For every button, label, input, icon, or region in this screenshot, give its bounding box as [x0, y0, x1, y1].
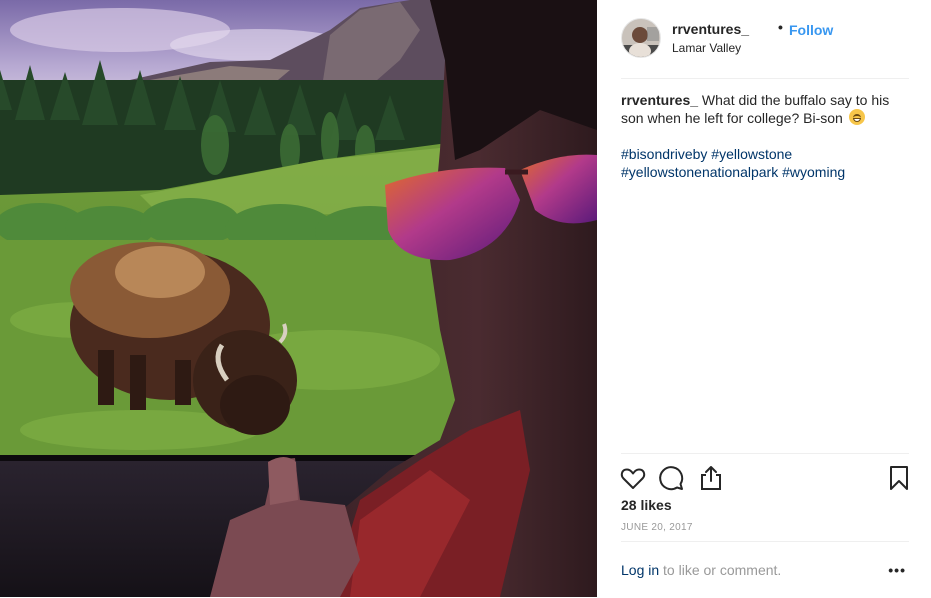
location-link[interactable]: Lamar Valley — [672, 41, 741, 55]
comment-button[interactable] — [657, 464, 685, 492]
hashtag-link[interactable]: #bisondriveby — [621, 146, 707, 162]
login-suffix: to like or comment. — [659, 562, 782, 578]
hashtag-list: #bisondriveby #yellowstone #yellowstonen… — [621, 145, 911, 181]
share-button[interactable] — [697, 464, 725, 492]
bookmark-icon — [890, 466, 908, 490]
save-button[interactable] — [885, 464, 913, 492]
login-prompt: Log in to like or comment. — [621, 562, 781, 578]
login-link[interactable]: Log in — [621, 562, 659, 578]
hashtag-link[interactable]: #yellowstone — [711, 146, 792, 162]
action-bar — [619, 453, 909, 500]
post-header: rrventures_ • Follow Lamar Valley — [621, 18, 909, 79]
hashtag-link[interactable]: #yellowstonenationalpark — [621, 164, 778, 180]
grinning-sweat-emoji-icon — [848, 109, 865, 125]
comment-footer: Log in to like or comment. ••• — [621, 541, 909, 598]
separator-dot: • — [778, 19, 783, 35]
avatar-image — [622, 19, 660, 57]
more-options-button[interactable]: ••• — [888, 562, 906, 578]
post-caption: rrventures_ What did the buffalo say to … — [621, 91, 911, 127]
likes-count[interactable]: 28 likes — [621, 497, 672, 513]
post-photo[interactable] — [0, 0, 597, 597]
caption-username-link[interactable]: rrventures_ — [621, 92, 698, 108]
hashtag-link[interactable]: #wyoming — [782, 164, 845, 180]
comment-bubble-icon — [659, 466, 684, 491]
follow-button[interactable]: Follow — [789, 22, 833, 38]
share-upload-icon — [701, 466, 721, 490]
heart-outline-icon — [620, 468, 646, 489]
avatar[interactable] — [621, 18, 661, 58]
post-details-panel: rrventures_ • Follow Lamar Valley rrvent… — [597, 0, 931, 597]
bison-selfie-image — [0, 0, 597, 597]
like-button[interactable] — [619, 464, 647, 492]
post-date: JUNE 20, 2017 — [621, 522, 693, 533]
username-link[interactable]: rrventures_ — [672, 21, 749, 37]
